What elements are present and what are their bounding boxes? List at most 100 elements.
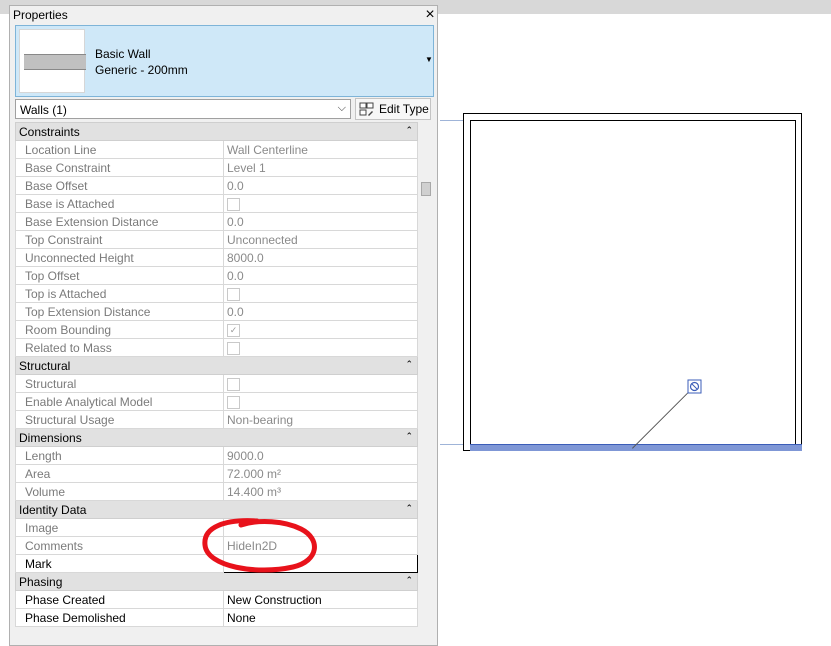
property-value[interactable]: Wall Centerline <box>223 140 418 159</box>
group-header[interactable]: Constraints ⌃ <box>15 122 418 141</box>
property-value[interactable] <box>223 374 418 393</box>
property-label: Comments <box>15 536 224 555</box>
property-value[interactable]: 8000.0 <box>223 248 418 267</box>
group-name: Identity Data <box>19 502 87 517</box>
group-header-cell[interactable]: Constraints ⌃ <box>15 122 418 141</box>
edit-type-label: Edit Type <box>379 102 429 116</box>
property-value[interactable]: 0.0 <box>223 176 418 195</box>
group-header[interactable]: Structural ⌃ <box>15 356 418 375</box>
property-value[interactable]: 0.0 <box>223 212 418 231</box>
property-label: Image <box>15 518 224 537</box>
property-label: Structural Usage <box>15 410 224 429</box>
red-circle-annotation <box>202 518 317 573</box>
edit-type-button[interactable]: Edit Type <box>355 98 431 120</box>
scrollbar-thumb[interactable] <box>421 182 431 196</box>
property-label: Volume <box>15 482 224 501</box>
property-row[interactable]: Location Line Wall Centerline <box>15 140 418 159</box>
close-button[interactable]: × <box>422 6 438 24</box>
property-row[interactable]: Area 72.000 m² <box>15 464 418 483</box>
property-label: Location Line <box>15 140 224 159</box>
property-label: Length <box>15 446 224 465</box>
property-label: Related to Mass <box>15 338 224 357</box>
property-label: Structural <box>15 374 224 393</box>
checkbox-icon[interactable] <box>227 287 240 301</box>
property-label: Base Constraint <box>15 158 224 177</box>
edit-type-icon <box>359 102 374 116</box>
property-value[interactable]: 72.000 m² <box>223 464 418 483</box>
checkbox-icon[interactable] <box>227 341 240 355</box>
collapse-chevron-icon[interactable]: ⌃ <box>405 575 413 586</box>
property-value[interactable] <box>223 194 418 213</box>
property-row[interactable]: Structural <box>15 374 418 393</box>
instance-filter-value: Walls (1) <box>20 103 67 117</box>
wall-tag-icon[interactable] <box>687 379 702 394</box>
group-name: Dimensions <box>19 430 82 445</box>
collapse-chevron-icon[interactable]: ⌃ <box>405 359 413 370</box>
property-row[interactable]: Volume 14.400 m³ <box>15 482 418 501</box>
wall-inner-outline[interactable] <box>470 120 796 445</box>
collapse-chevron-icon[interactable]: ⌃ <box>405 503 413 514</box>
chevron-down-icon[interactable]: ⌵ <box>338 102 346 115</box>
property-label: Room Bounding <box>15 320 224 339</box>
property-label: Mark <box>15 554 224 573</box>
property-value[interactable]: ✓ <box>223 320 418 339</box>
property-value[interactable]: 9000.0 <box>223 446 418 465</box>
property-label: Base is Attached <box>15 194 224 213</box>
property-row[interactable]: Length 9000.0 <box>15 446 418 465</box>
property-value[interactable]: Unconnected <box>223 230 418 249</box>
property-value[interactable]: 0.0 <box>223 266 418 285</box>
property-label: Top is Attached <box>15 284 224 303</box>
wall-thumbnail-icon <box>24 54 86 70</box>
property-label: Base Extension Distance <box>15 212 224 231</box>
group-name: Phasing <box>19 574 63 589</box>
group-name: Constraints <box>19 124 80 139</box>
group-name: Structural <box>19 358 71 373</box>
wall-type-thumbnail <box>19 29 86 93</box>
property-label: Area <box>15 464 224 483</box>
property-row[interactable]: Top is Attached <box>15 284 418 303</box>
group-header[interactable]: Dimensions ⌃ <box>15 428 418 447</box>
property-row[interactable]: Top Constraint Unconnected <box>15 230 418 249</box>
group-header-cell[interactable]: Dimensions ⌃ <box>15 428 418 447</box>
type-dropdown-arrow-icon[interactable]: ▼ <box>425 55 433 64</box>
property-label: Base Offset <box>15 176 224 195</box>
property-row[interactable]: Unconnected Height 8000.0 <box>15 248 418 267</box>
property-row[interactable]: Base Offset 0.0 <box>15 176 418 195</box>
property-row[interactable]: Related to Mass <box>15 338 418 357</box>
group-header-cell[interactable]: Structural ⌃ <box>15 356 418 375</box>
property-row[interactable]: Room Bounding ✓ <box>15 320 418 339</box>
property-row[interactable]: Structural Usage Non-bearing <box>15 410 418 429</box>
property-value[interactable] <box>223 392 418 411</box>
checkbox-icon[interactable] <box>227 197 240 211</box>
property-row[interactable]: Phase Demolished None <box>15 608 418 627</box>
property-row[interactable]: Base is Attached <box>15 194 418 213</box>
vertical-scrollbar[interactable] <box>419 122 434 642</box>
property-row[interactable]: Enable Analytical Model <box>15 392 418 411</box>
property-value[interactable]: Level 1 <box>223 158 418 177</box>
property-row[interactable]: Phase Created New Construction <box>15 590 418 609</box>
property-value[interactable]: None <box>223 608 418 627</box>
instance-filter-select[interactable]: Walls (1) ⌵ <box>15 99 351 119</box>
property-row[interactable]: Top Extension Distance 0.0 <box>15 302 418 321</box>
checkbox-checked-icon[interactable]: ✓ <box>227 323 240 337</box>
property-value[interactable]: Non-bearing <box>223 410 418 429</box>
property-label: Enable Analytical Model <box>15 392 224 411</box>
property-value[interactable]: 0.0 <box>223 302 418 321</box>
property-row[interactable]: Base Extension Distance 0.0 <box>15 212 418 231</box>
property-value[interactable] <box>223 284 418 303</box>
property-value[interactable] <box>223 338 418 357</box>
type-family-name: Basic Wall <box>95 47 151 61</box>
property-value[interactable]: New Construction <box>223 590 418 609</box>
property-label: Top Constraint <box>15 230 224 249</box>
collapse-chevron-icon[interactable]: ⌃ <box>405 431 413 442</box>
type-selector[interactable]: Basic Wall Generic - 200mm ▼ <box>15 25 434 97</box>
property-value[interactable]: 14.400 m³ <box>223 482 418 501</box>
property-label: Phase Demolished <box>15 608 224 627</box>
collapse-chevron-icon[interactable]: ⌃ <box>405 125 413 136</box>
property-row[interactable]: Top Offset 0.0 <box>15 266 418 285</box>
checkbox-icon[interactable] <box>227 377 240 391</box>
property-label: Unconnected Height <box>15 248 224 267</box>
property-row[interactable]: Base Constraint Level 1 <box>15 158 418 177</box>
property-label: Top Extension Distance <box>15 302 224 321</box>
checkbox-icon[interactable] <box>227 395 240 409</box>
